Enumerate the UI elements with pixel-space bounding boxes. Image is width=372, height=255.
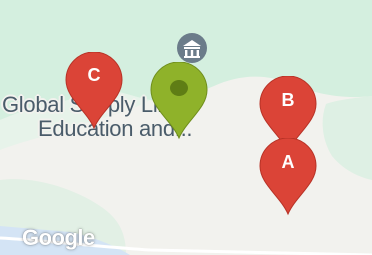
map-canvas[interactable]: Global Supply Lines Education and... C B… bbox=[0, 0, 372, 255]
pin-icon bbox=[150, 61, 208, 140]
google-logo[interactable]: Google bbox=[22, 225, 95, 251]
museum-icon[interactable] bbox=[177, 33, 207, 63]
map-marker-selected[interactable] bbox=[149, 61, 209, 140]
map-marker-a[interactable]: A bbox=[258, 137, 318, 216]
pin-icon bbox=[259, 137, 317, 216]
map-marker-c[interactable]: C bbox=[64, 51, 124, 130]
pin-icon bbox=[65, 51, 123, 130]
